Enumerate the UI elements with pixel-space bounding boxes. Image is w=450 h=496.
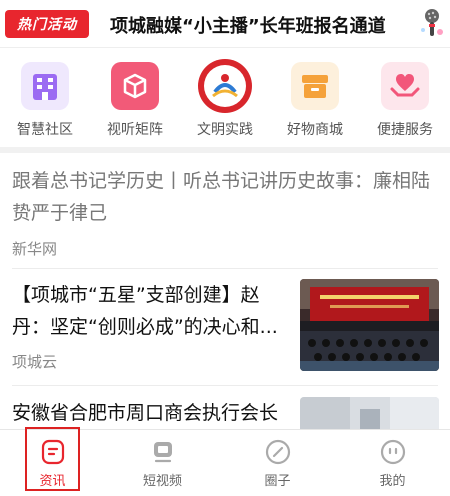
news-title[interactable]: 安徽省合肥市周口商会执行会长 [12,397,302,429]
news-source: 项城云 [12,353,58,371]
hot-activity-badge[interactable]: 热门活动 [5,10,89,38]
banner-title[interactable]: 项城融媒“小主播”长年班报名通道 [110,12,386,38]
service-label: 便捷服务 [377,122,433,138]
activity-banner[interactable]: 热门活动 项城融媒“小主播”长年班报名通道 [0,0,450,48]
tab-short-video[interactable]: 短视频 [105,430,220,496]
news-thumbnail[interactable] [300,397,439,429]
microphone-icon [421,9,443,36]
civilization-emblem-icon [197,58,253,114]
video-icon [153,442,172,463]
list-item[interactable]: 安徽省合肥市周口商会执行会长 [12,397,302,429]
list-item[interactable]: 【项城市“五星”支部创建】赵丹：坚定“创则必成”的决心和... 项城云 [12,279,292,372]
tab-circle[interactable]: 圈子 [220,430,335,496]
service-goods-mall[interactable]: 好物商城 [270,58,360,142]
service-label: 智慧社区 [17,122,73,138]
item-divider [12,385,438,386]
service-convenience[interactable]: 便捷服务 [360,58,450,142]
service-label: 好物商城 [287,122,343,138]
news-list: 跟着总书记学历史丨听总书记讲历史故事：廉相陆贽严于律己 新华网 【项城市“五星”… [0,153,450,429]
service-grid: 智慧社区 视听矩阵 文明实践 好物商城 便捷服务 [0,58,450,142]
app-screen: 热门活动 项城融媒“小主播”长年班报名通道 智慧社区 视听矩阵 文明实践 好物商… [0,0,450,496]
tab-label: 我的 [379,474,406,489]
service-av-matrix[interactable]: 视听矩阵 [90,58,180,142]
news-title[interactable]: 跟着总书记学历史丨听总书记讲历史故事：廉相陆贽严于律己 [12,165,438,229]
tab-label: 短视频 [142,474,182,489]
service-civilization-practice[interactable]: 文明实践 [180,58,270,142]
news-thumbnail[interactable] [300,279,439,371]
heart-hands-icon [381,62,429,110]
service-label: 文明实践 [197,122,253,138]
list-item[interactable]: 跟着总书记学历史丨听总书记讲历史故事：廉相陆贽严于律己 新华网 [12,165,438,259]
tab-label: 圈子 [264,474,291,489]
item-divider [12,268,438,269]
service-smart-community[interactable]: 智慧社区 [0,58,90,142]
news-source: 新华网 [12,240,58,258]
news-title[interactable]: 【项城市“五星”支部创建】赵丹：坚定“创则必成”的决心和... [12,279,292,343]
service-label: 视听矩阵 [107,122,163,138]
profile-icon [380,439,405,465]
tab-mine[interactable]: 我的 [335,430,450,496]
active-tab-highlight [25,427,80,491]
building-icon [21,62,69,110]
store-box-icon [291,62,339,110]
compass-icon [265,439,290,465]
cube-icon [111,62,159,110]
